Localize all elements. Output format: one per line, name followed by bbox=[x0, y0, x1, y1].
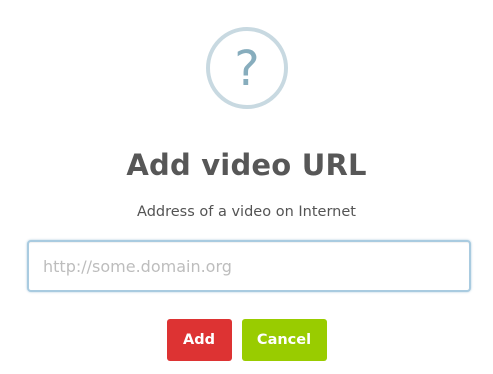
add-button[interactable]: Add bbox=[166, 319, 232, 361]
dialog-actions: Add Cancel bbox=[0, 319, 493, 361]
dialog-subtitle: Address of a video on Internet bbox=[137, 204, 356, 220]
dialog-title: Add video URL bbox=[126, 148, 367, 182]
question-icon: ? bbox=[206, 27, 288, 109]
cancel-button[interactable]: Cancel bbox=[241, 319, 327, 361]
question-mark-glyph: ? bbox=[234, 41, 260, 97]
add-video-url-dialog: ? Add video URL Address of a video on In… bbox=[0, 0, 493, 374]
video-url-input[interactable] bbox=[27, 240, 471, 292]
